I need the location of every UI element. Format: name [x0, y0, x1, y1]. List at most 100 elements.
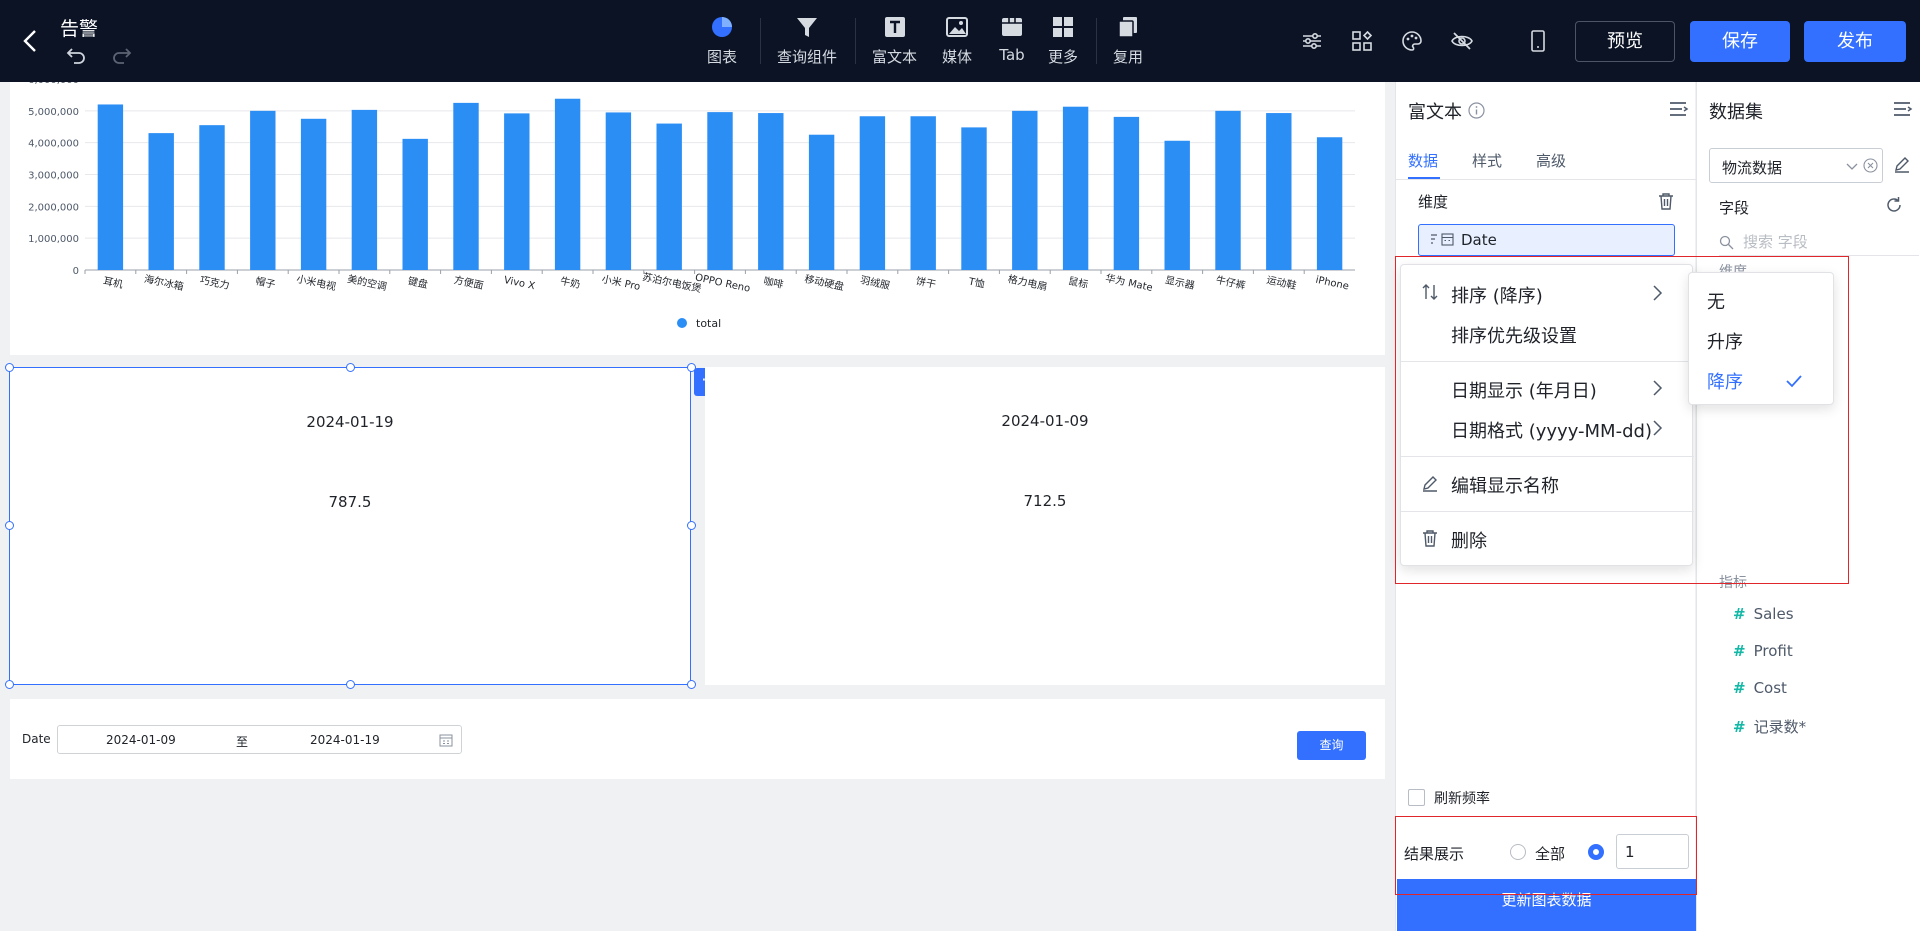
collapse-panel-icon[interactable]: [1893, 100, 1913, 118]
eye-off-icon[interactable]: [1450, 29, 1474, 53]
query-filter-card: Date 2024-01-09 至 2024-01-19 查询: [10, 699, 1385, 779]
clear-icon[interactable]: [1863, 158, 1878, 173]
bar: [250, 110, 276, 270]
menu-item-sort-priority[interactable]: 排序优先级设置: [1451, 322, 1577, 348]
resize-handle[interactable]: [5, 680, 14, 689]
submenu-item-descending[interactable]: 降序: [1707, 368, 1743, 394]
tool-tab[interactable]: Tab: [999, 14, 1025, 64]
resize-handle[interactable]: [687, 521, 696, 530]
dataset-select[interactable]: 物流数据: [1709, 148, 1883, 183]
y-tick-label: 5,000,000: [28, 107, 79, 118]
sort-submenu: 无 升序 降序: [1688, 272, 1834, 405]
date-range-picker[interactable]: 2024-01-09 至 2024-01-19: [57, 725, 462, 754]
refresh-frequency-label: 刷新频率: [1434, 791, 1490, 807]
tool-query[interactable]: 查询组件: [777, 14, 837, 67]
preview-button[interactable]: 预览: [1575, 21, 1675, 62]
mobile-icon[interactable]: [1526, 29, 1550, 53]
dimension-context-menu: 排序 (降序) 排序优先级设置 日期显示 (年月日) 日期格式 (yyyy-MM…: [1400, 264, 1694, 566]
bar-chart-card[interactable]: 0 1,000,000 2,000,000 3,000,000 4,000,000 5,0…: [10, 82, 1385, 355]
bar: [859, 116, 886, 270]
copy-icon: [1118, 17, 1137, 38]
tool-media[interactable]: 媒体: [942, 14, 972, 67]
x-tick-label: 帽子: [254, 274, 276, 291]
menu-divider: [1401, 361, 1694, 362]
info-icon[interactable]: [1468, 102, 1485, 119]
field-search: [1719, 230, 1919, 256]
submenu-item-ascending[interactable]: 升序: [1707, 328, 1743, 354]
bar: [402, 138, 428, 270]
trash-icon[interactable]: [1658, 192, 1674, 210]
result-all-radio[interactable]: [1510, 844, 1526, 860]
tool-chart-label: 图表: [707, 48, 738, 66]
metric-field-cost[interactable]: # Cost: [1733, 679, 1787, 697]
resize-handle[interactable]: [687, 680, 696, 689]
resize-handle[interactable]: [346, 363, 355, 372]
bar: [148, 133, 174, 270]
bar: [961, 127, 987, 271]
result-count-radio[interactable]: [1588, 844, 1604, 860]
resize-handle[interactable]: [346, 680, 355, 689]
menu-item-delete[interactable]: 删除: [1451, 527, 1487, 553]
undo-icon[interactable]: [66, 46, 86, 64]
tab-style[interactable]: 样式: [1472, 150, 1502, 171]
date-separator: 至: [236, 735, 249, 749]
richtext-card[interactable]: 2024-01-09 712.5: [705, 367, 1385, 685]
field-label: 字段: [1719, 199, 1750, 217]
dimension-chip-label: Date: [1461, 231, 1497, 249]
tool-media-label: 媒体: [942, 48, 973, 66]
menu-item-date-format[interactable]: 日期格式 (yyyy-MM-dd): [1451, 417, 1652, 443]
palette-icon[interactable]: [1400, 29, 1424, 53]
menu-item-edit-name[interactable]: 编辑显示名称: [1451, 472, 1559, 498]
y-tick-label: 2,000,000: [28, 202, 79, 213]
metric-field-record-count[interactable]: # 记录数*: [1733, 716, 1806, 737]
bar: [1215, 110, 1241, 270]
update-chart-data-button[interactable]: 更新图表数据: [1397, 879, 1696, 931]
query-button[interactable]: 查询: [1297, 731, 1366, 760]
result-all-label: 全部: [1535, 845, 1566, 863]
back-arrow-icon[interactable]: [20, 28, 42, 54]
layout-icon[interactable]: [1350, 29, 1374, 53]
trash-icon: [1423, 530, 1437, 547]
resize-handle[interactable]: [5, 363, 14, 372]
richtext-card-selected[interactable]: 2024-01-19 787.5: [9, 367, 691, 685]
bar: [1164, 140, 1190, 270]
x-tick-label: 羽绒服: [859, 273, 891, 292]
bar: [300, 118, 327, 270]
refresh-icon[interactable]: [1885, 196, 1903, 214]
tool-reuse[interactable]: 复用: [1113, 14, 1143, 67]
resize-handle[interactable]: [5, 521, 14, 530]
bar: [808, 134, 835, 270]
menu-divider: [1401, 456, 1694, 457]
x-tick-label: 牛奶: [559, 274, 581, 291]
redo-icon[interactable]: [112, 46, 132, 64]
metric-field-profit[interactable]: # Profit: [1733, 642, 1793, 660]
date-end[interactable]: 2024-01-19: [310, 733, 380, 747]
metric-field-sales[interactable]: # Sales: [1733, 605, 1794, 623]
tab-advanced[interactable]: 高级: [1536, 150, 1566, 171]
collapse-panel-icon[interactable]: [1669, 100, 1689, 118]
tab-data[interactable]: 数据: [1408, 150, 1438, 171]
date-start[interactable]: 2024-01-09: [106, 733, 176, 747]
chevron-right-icon: [1653, 380, 1663, 396]
menu-item-date-display[interactable]: 日期显示 (年月日): [1451, 377, 1597, 403]
x-tick-label: 键盘: [407, 274, 429, 291]
sliders-icon[interactable]: [1300, 29, 1324, 53]
field-search-input[interactable]: [1743, 232, 1913, 252]
pencil-icon[interactable]: [1893, 155, 1911, 173]
bar: [605, 112, 632, 270]
dimension-field-chip[interactable]: Date: [1418, 224, 1675, 256]
tool-more[interactable]: 更多: [1048, 14, 1078, 67]
refresh-frequency-checkbox[interactable]: [1408, 789, 1425, 806]
tool-richtext[interactable]: 富文本: [872, 14, 917, 67]
result-display-label: 结果展示: [1404, 845, 1465, 863]
submenu-item-none[interactable]: 无: [1707, 288, 1725, 314]
tab-icon: [1002, 18, 1022, 36]
result-count-input[interactable]: 1: [1616, 834, 1689, 869]
save-button[interactable]: 保存: [1690, 21, 1790, 62]
x-tick-label: 小米 Pro: [601, 272, 642, 293]
dataset-panel-title: 数据集: [1709, 102, 1763, 123]
publish-button[interactable]: 发布: [1804, 21, 1906, 62]
menu-item-sort[interactable]: 排序 (降序): [1451, 282, 1543, 308]
number-field-icon: #: [1733, 718, 1746, 736]
tool-chart[interactable]: 图表: [707, 14, 737, 67]
